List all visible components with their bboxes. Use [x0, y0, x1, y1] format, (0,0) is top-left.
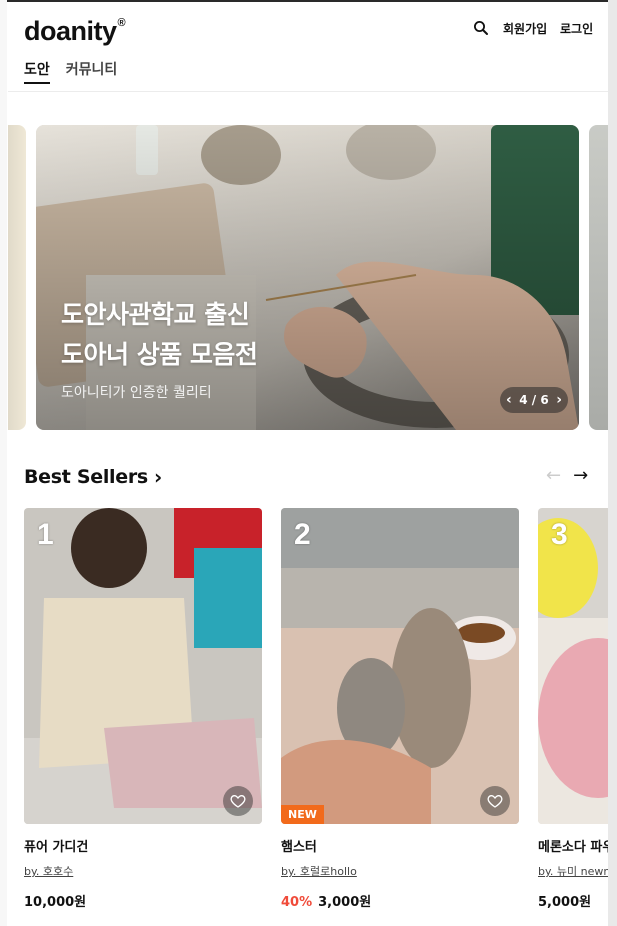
- tab-community[interactable]: 커뮤니티: [66, 59, 118, 84]
- product-image[interactable]: 3: [538, 508, 608, 824]
- chevron-right-icon: ›: [153, 465, 162, 489]
- registered-mark: ®: [117, 17, 126, 29]
- product-name[interactable]: 햄스터: [281, 836, 519, 855]
- pager-count: 4 / 6: [519, 393, 549, 407]
- scrollbar[interactable]: [608, 0, 617, 926]
- tab-patterns[interactable]: 도안: [24, 59, 50, 84]
- left-gutter: [0, 0, 7, 926]
- product-price: 3,000원: [318, 895, 372, 910]
- product-seller[interactable]: by. 호호수: [24, 863, 262, 879]
- banner-pager: ‹ 4 / 6 ›: [500, 387, 568, 413]
- product-price: 5,000원: [538, 895, 592, 910]
- arrow-right-icon[interactable]: →: [573, 465, 588, 486]
- product-price: 10,000원: [24, 895, 87, 910]
- signup-link[interactable]: 회원가입: [503, 20, 547, 37]
- rank-number: 3: [551, 518, 568, 551]
- heart-icon[interactable]: [223, 786, 253, 816]
- product-seller[interactable]: by. 뉴미 newmi: [538, 863, 608, 879]
- new-badge: NEW: [281, 805, 324, 824]
- banner-carousel[interactable]: 도안사관학교 출신 도아너 상품 모음전 도아니티가 인증한 퀄리티 ‹ 4 /…: [8, 125, 608, 430]
- best-sellers-list: 1 퓨어 가디건 by. 호호수 10,000원 2 NEW 햄스터 by. 호…: [24, 508, 608, 918]
- login-link[interactable]: 로그인: [560, 20, 593, 37]
- product-seller[interactable]: by. 호럴로hollo: [281, 863, 519, 879]
- best-sellers-title: Best Sellers: [24, 466, 148, 488]
- product-price-row: 5,000원: [538, 891, 608, 910]
- product-card[interactable]: 2 NEW 햄스터 by. 호럴로hollo 40% 3,000원: [281, 508, 519, 910]
- product-name[interactable]: 퓨어 가디건: [24, 836, 262, 855]
- banner-slide-previous[interactable]: [8, 125, 26, 430]
- chevron-left-icon[interactable]: ‹: [506, 392, 512, 408]
- logo[interactable]: doanity®: [24, 16, 126, 47]
- banner-title: 도안사관학교 출신 도아너 상품 모음전: [61, 300, 258, 369]
- product-card[interactable]: 1 퓨어 가디건 by. 호호수 10,000원: [24, 508, 262, 910]
- search-icon[interactable]: [473, 20, 489, 36]
- best-sellers-heading[interactable]: Best Sellers ›: [24, 465, 162, 489]
- product-price-row: 40% 3,000원: [281, 891, 519, 910]
- best-sellers-nav: ← →: [546, 465, 588, 486]
- banner-slide-current[interactable]: 도안사관학교 출신 도아너 상품 모음전 도아니티가 인증한 퀄리티 ‹ 4 /…: [36, 125, 579, 430]
- main-tabs: 도안 커뮤니티: [24, 59, 117, 84]
- banner-subtitle: 도아니티가 인증한 퀄리티: [61, 385, 212, 401]
- product-image[interactable]: 2 NEW: [281, 508, 519, 824]
- heart-icon[interactable]: [480, 786, 510, 816]
- product-price-row: 10,000원: [24, 891, 262, 910]
- product-image[interactable]: 1: [24, 508, 262, 824]
- logo-text: doanity: [24, 16, 117, 46]
- chevron-right-icon[interactable]: ›: [556, 392, 562, 408]
- arrow-left-icon[interactable]: ←: [546, 465, 561, 486]
- rank-number: 2: [294, 518, 311, 551]
- site-header: doanity® 회원가입 로그인 도안 커뮤니티: [8, 2, 608, 92]
- product-name[interactable]: 메론소다 파우치: [538, 836, 608, 855]
- rank-number: 1: [37, 518, 54, 551]
- product-card[interactable]: 3 메론소다 파우치 by. 뉴미 newmi 5,000원: [538, 508, 608, 910]
- banner-slide-next[interactable]: [589, 125, 608, 430]
- product-discount: 40%: [281, 895, 313, 910]
